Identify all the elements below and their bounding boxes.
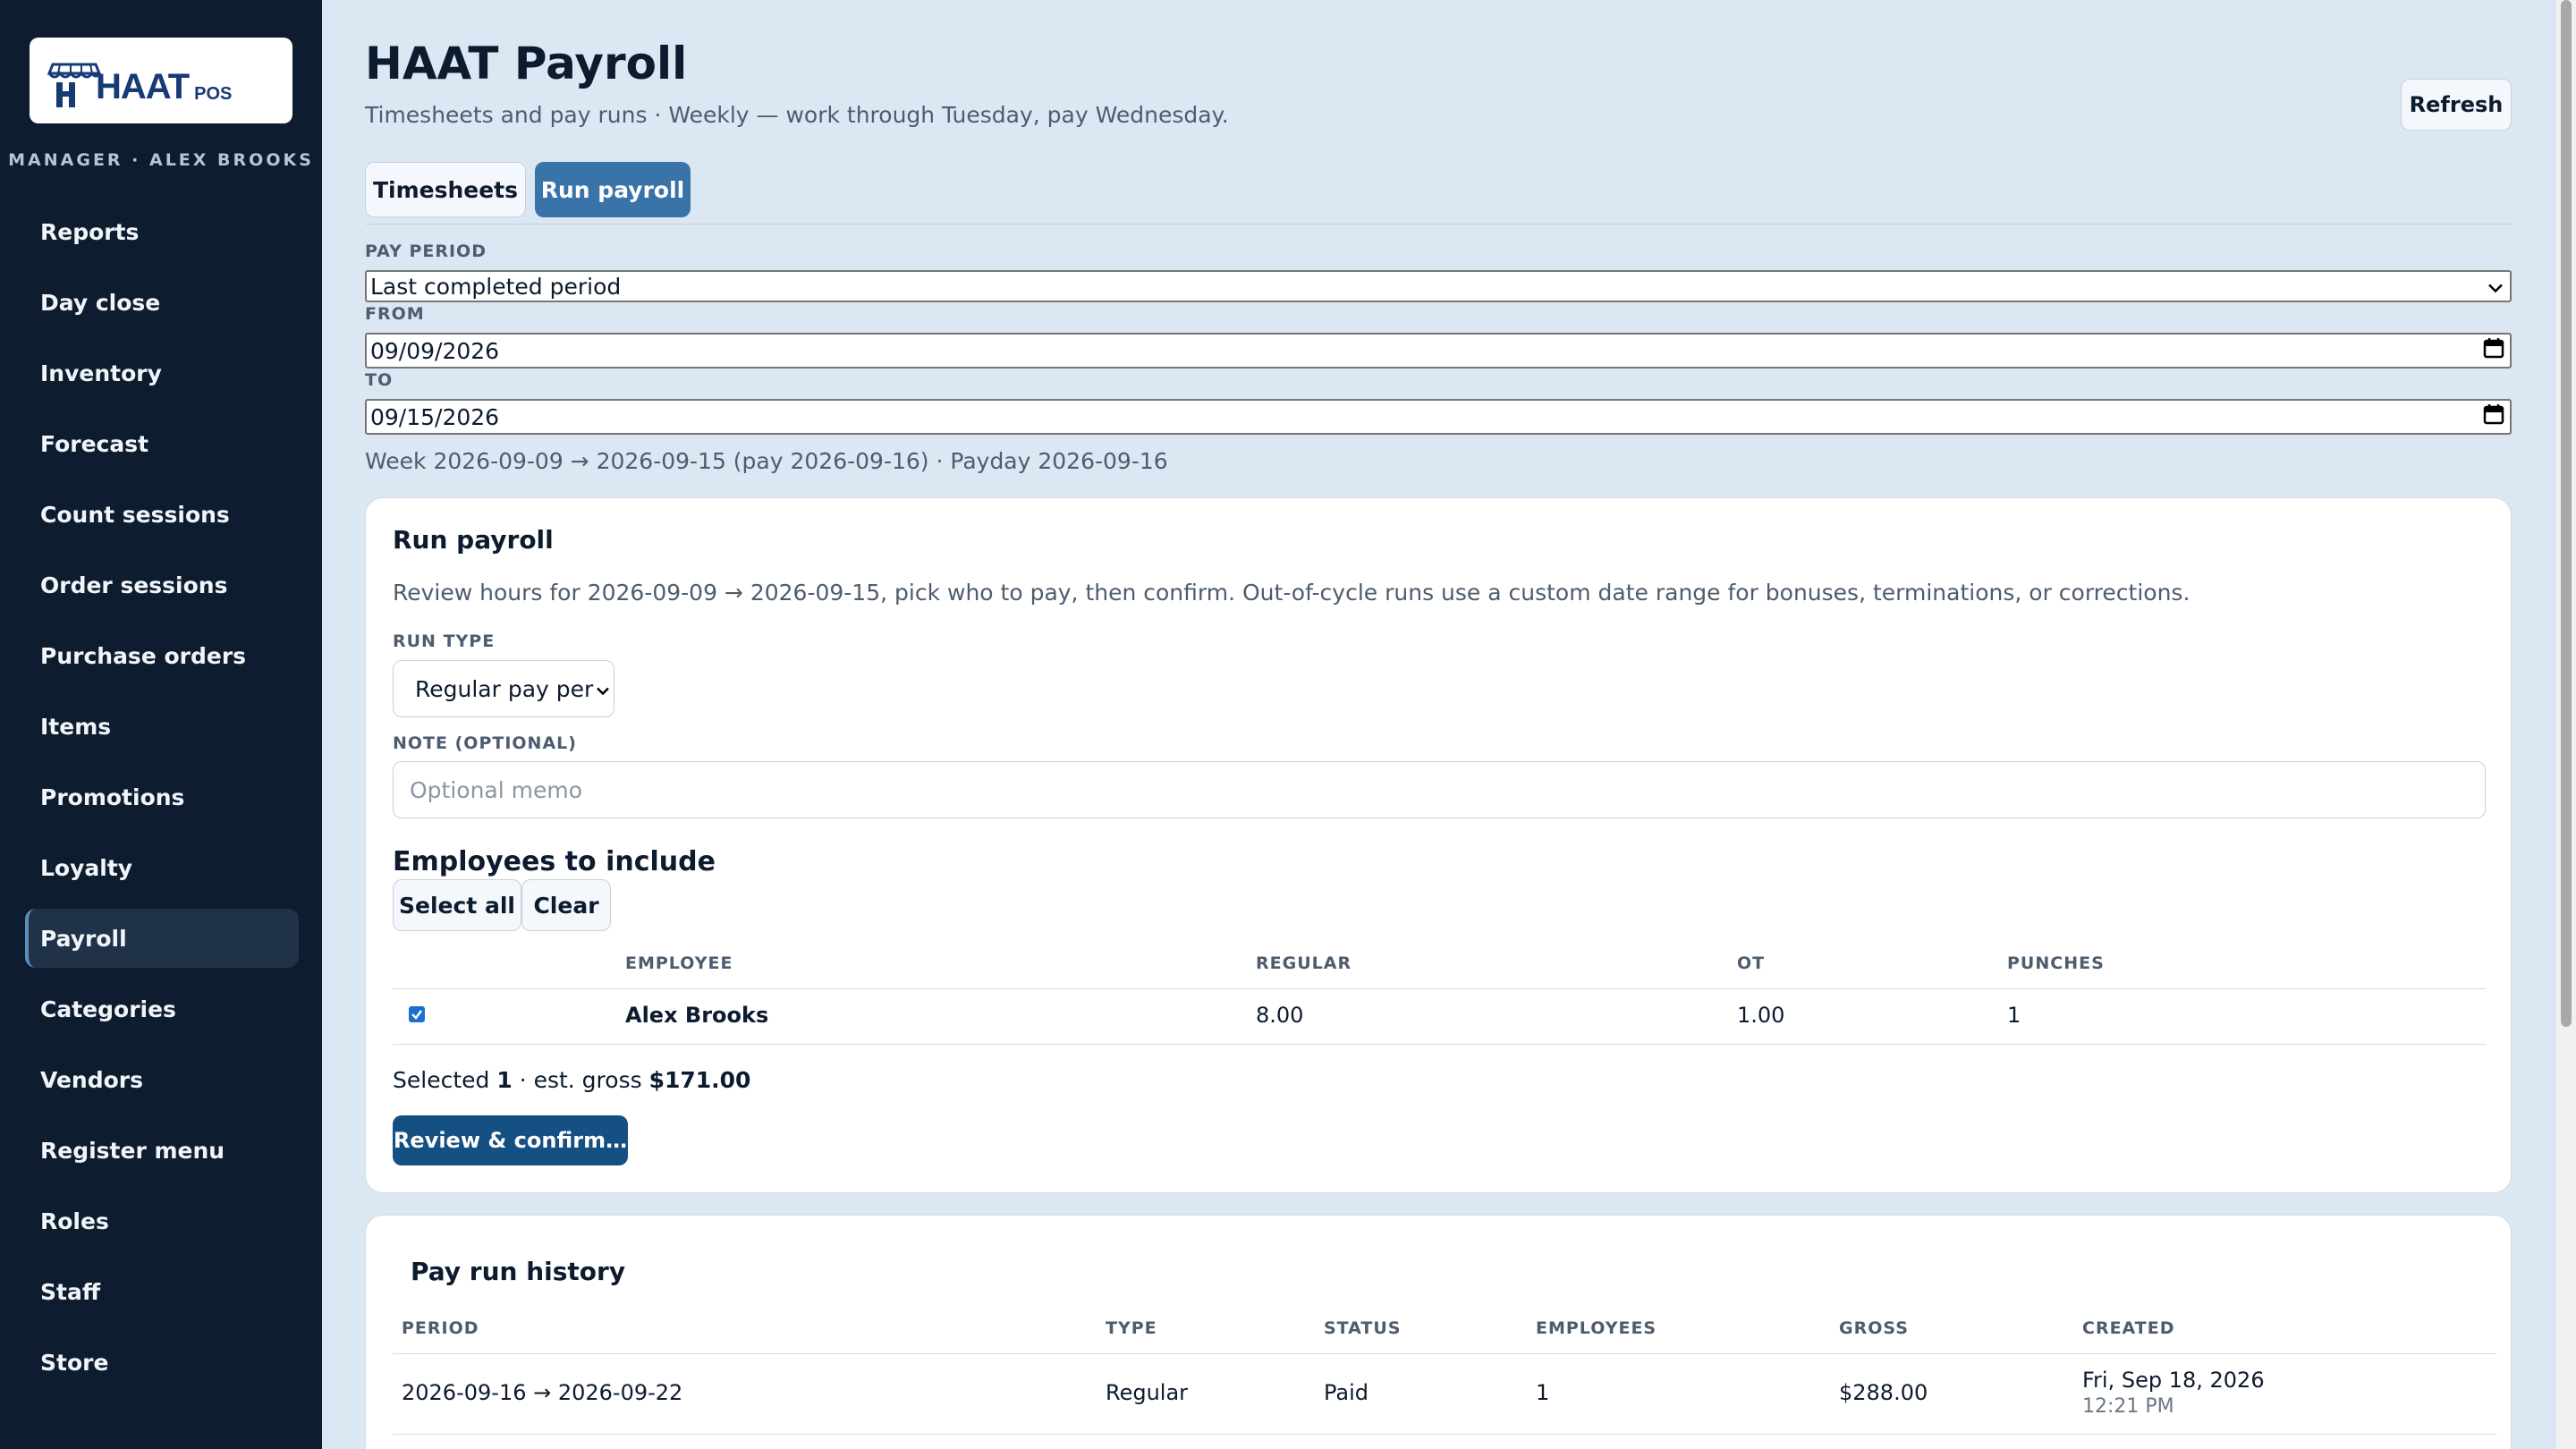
history-gross: $288.00 xyxy=(1839,1380,1928,1405)
punches-count: 1 xyxy=(2007,1003,2021,1028)
pay-run-history-title: Pay run history xyxy=(411,1257,626,1286)
selection-summary: Selected 1 · est. gross $171.00 xyxy=(393,1067,750,1093)
column-header-gross: GROSS xyxy=(1839,1318,1909,1338)
tab-divider xyxy=(365,224,2512,225)
table-row-divider xyxy=(393,1044,2486,1045)
tab-timesheets[interactable]: Timesheets xyxy=(365,162,526,217)
logo-text: HAAT xyxy=(96,66,190,106)
page-scrollbar[interactable] xyxy=(2556,0,2576,1449)
sidebar-item-categories[interactable]: Categories xyxy=(25,979,299,1038)
chevron-down-icon xyxy=(2487,274,2504,300)
note-input[interactable]: Optional memo xyxy=(393,761,2486,818)
sidebar-item-forecast[interactable]: Forecast xyxy=(25,414,299,473)
sidebar: HAAT POS MANAGER · ALEX BROOKS Reports D… xyxy=(0,0,322,1449)
calendar-icon xyxy=(2483,403,2504,430)
run-type-select[interactable]: Regular pay period xyxy=(393,660,614,717)
review-confirm-button[interactable]: Review & confirm… xyxy=(393,1115,628,1165)
store-awning-icon xyxy=(47,52,102,109)
sidebar-item-order-sessions[interactable]: Order sessions xyxy=(25,555,299,614)
sidebar-item-vendors[interactable]: Vendors xyxy=(25,1050,299,1109)
sidebar-item-register-menu[interactable]: Register menu xyxy=(25,1121,299,1180)
select-all-button[interactable]: Select all xyxy=(393,879,521,931)
estimated-gross: $171.00 xyxy=(648,1067,751,1093)
sidebar-nav: Reports Day close Inventory Forecast Cou… xyxy=(25,202,299,1403)
pay-period-label: PAY PERIOD xyxy=(365,242,487,261)
chevron-down-icon xyxy=(596,676,610,702)
column-header-regular: REGULAR xyxy=(1256,953,1352,973)
pay-period-value: Last completed period xyxy=(370,273,622,300)
regular-hours: 8.00 xyxy=(1256,1003,1304,1028)
sidebar-item-staff[interactable]: Staff xyxy=(25,1262,299,1321)
calendar-icon xyxy=(2483,337,2504,364)
column-header-punches: PUNCHES xyxy=(2007,953,2105,973)
history-row-divider xyxy=(393,1434,2496,1435)
pay-run-history-card: Pay run history PERIOD TYPE STATUS EMPLO… xyxy=(365,1215,2512,1449)
from-label: FROM xyxy=(365,304,425,324)
sidebar-item-promotions[interactable]: Promotions xyxy=(25,767,299,826)
week-summary: Week 2026-09-09 → 2026-09-15 (pay 2026-0… xyxy=(365,448,1168,474)
history-employees: 1 xyxy=(1536,1380,1550,1405)
sidebar-item-purchase-orders[interactable]: Purchase orders xyxy=(25,626,299,685)
sidebar-item-loyalty[interactable]: Loyalty xyxy=(25,838,299,897)
employee-name: Alex Brooks xyxy=(625,1003,769,1028)
sidebar-item-reports[interactable]: Reports xyxy=(25,202,299,261)
column-header-employees: EMPLOYEES xyxy=(1536,1318,1657,1338)
tab-run-payroll[interactable]: Run payroll xyxy=(535,162,691,217)
sidebar-item-payroll[interactable]: Payroll xyxy=(25,909,299,968)
scrollbar-thumb[interactable] xyxy=(2561,0,2572,1027)
clear-button[interactable]: Clear xyxy=(521,879,611,931)
logo[interactable]: HAAT POS xyxy=(30,38,292,123)
page-subtitle: Timesheets and pay runs · Weekly — work … xyxy=(365,102,1229,128)
history-created-time: 12:21 PM xyxy=(2082,1395,2174,1418)
sidebar-item-store[interactable]: Store xyxy=(25,1333,299,1392)
logo-subtext: POS xyxy=(194,83,233,104)
column-header-status: STATUS xyxy=(1324,1318,1402,1338)
sidebar-item-count-sessions[interactable]: Count sessions xyxy=(25,485,299,544)
from-date-input[interactable]: 09/09/2026 xyxy=(365,333,2512,369)
column-header-employee: EMPLOYEE xyxy=(625,953,733,973)
column-header-type: TYPE xyxy=(1106,1318,1157,1338)
selected-mid: · est. gross xyxy=(512,1067,649,1093)
sidebar-item-items[interactable]: Items xyxy=(25,697,299,756)
from-date-value: 09/09/2026 xyxy=(370,337,500,364)
run-type-value: Regular pay period xyxy=(415,675,594,702)
selected-count: 1 xyxy=(496,1067,513,1093)
employees-heading: Employees to include xyxy=(393,846,716,877)
selected-prefix: Selected xyxy=(393,1067,497,1093)
to-date-input[interactable]: 09/15/2026 xyxy=(365,399,2512,435)
sidebar-item-inventory[interactable]: Inventory xyxy=(25,343,299,402)
ot-hours: 1.00 xyxy=(1737,1003,1785,1028)
page-title: HAAT Payroll xyxy=(365,38,688,89)
sidebar-item-day-close[interactable]: Day close xyxy=(25,273,299,332)
table-header-divider xyxy=(393,988,2486,989)
pay-period-select[interactable]: Last completed period xyxy=(365,270,2512,302)
manager-label: MANAGER · ALEX BROOKS xyxy=(8,150,314,170)
run-payroll-title: Run payroll xyxy=(393,525,554,555)
to-label: TO xyxy=(365,370,394,390)
run-type-label: RUN TYPE xyxy=(393,631,496,651)
to-date-value: 09/15/2026 xyxy=(370,403,500,430)
column-header-created: CREATED xyxy=(2082,1318,2175,1338)
column-header-period: PERIOD xyxy=(402,1318,479,1338)
history-type: Regular xyxy=(1106,1380,1189,1405)
history-status: Paid xyxy=(1324,1380,1369,1405)
column-header-ot: OT xyxy=(1737,953,1766,973)
run-payroll-description: Review hours for 2026-09-09 → 2026-09-15… xyxy=(393,580,2190,606)
employee-checkbox[interactable] xyxy=(409,1006,425,1022)
history-created-date: Fri, Sep 18, 2026 xyxy=(2082,1368,2265,1393)
run-payroll-card: Run payroll Review hours for 2026-09-09 … xyxy=(365,497,2512,1193)
history-header-divider xyxy=(393,1353,2496,1354)
sidebar-item-roles[interactable]: Roles xyxy=(25,1191,299,1250)
refresh-button[interactable]: Refresh xyxy=(2401,79,2512,131)
history-period: 2026-09-16 → 2026-09-22 xyxy=(402,1380,683,1405)
note-label: NOTE (OPTIONAL) xyxy=(393,733,577,753)
